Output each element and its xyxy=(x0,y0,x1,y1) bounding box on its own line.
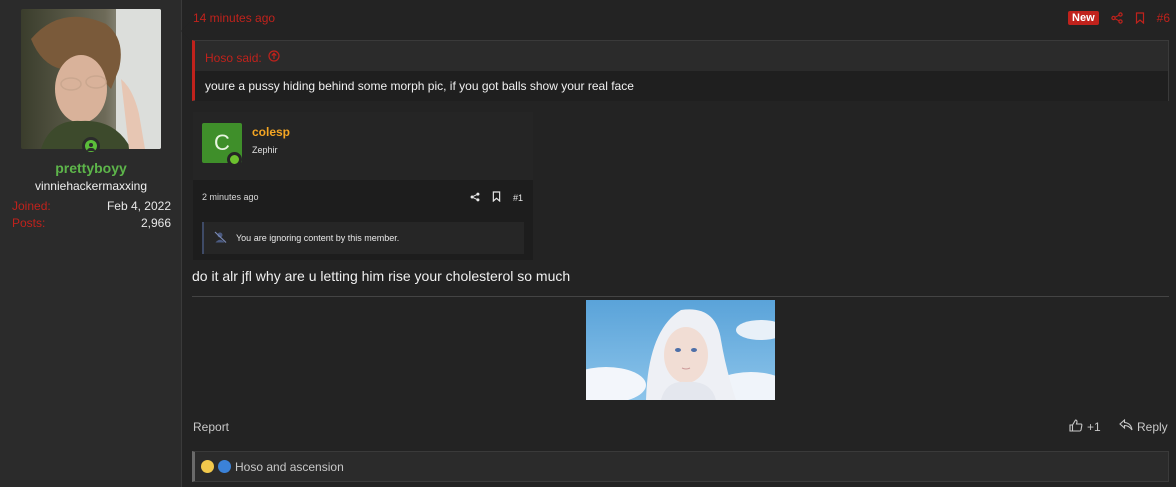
embed-time: 2 minutes ago xyxy=(202,192,259,202)
quote-text: youre a pussy hiding behind some morph p… xyxy=(195,71,1168,101)
reactions-text[interactable]: Hoso and ascension xyxy=(235,460,344,474)
like-count: +1 xyxy=(1087,420,1101,434)
embed-username: colesp xyxy=(252,125,291,139)
post-message: do it alr jfl why are u letting him rise… xyxy=(192,268,571,284)
new-badge: New xyxy=(1068,11,1099,25)
bookmark-icon[interactable] xyxy=(1135,12,1145,24)
sidebar-arrow xyxy=(181,22,190,40)
embed-online-icon xyxy=(227,152,242,167)
reply-label: Reply xyxy=(1137,419,1168,434)
stat-value: Feb 4, 2022 xyxy=(106,199,171,213)
post-time[interactable]: 14 minutes ago xyxy=(193,11,275,25)
user-title: vinniehackermaxxing xyxy=(34,179,148,193)
embed-ignore-text: You are ignoring content by this member. xyxy=(236,233,400,243)
embed-post-number: #1 xyxy=(512,192,523,203)
quote-author[interactable]: Hoso said: xyxy=(205,51,262,65)
avatar[interactable] xyxy=(21,9,161,149)
muted-user-icon xyxy=(214,231,228,245)
stat-label: Posts: xyxy=(12,216,46,230)
embed-user-header xyxy=(193,112,533,180)
quote-header[interactable]: Hoso said: xyxy=(205,50,280,65)
user-sidebar: prettyboyy vinniehackermaxxing Joined: F… xyxy=(0,0,182,487)
like-emoji-icon xyxy=(218,460,231,473)
post-number-link[interactable]: #6 xyxy=(1157,11,1170,25)
quote-block: Hoso said: youre a pussy hiding behind s… xyxy=(192,40,1169,101)
stat-label: Joined: xyxy=(12,199,51,213)
reply-button[interactable]: Reply xyxy=(1119,418,1168,434)
stat-posts: Posts: 2,966 xyxy=(12,216,171,230)
embed-share-icon xyxy=(470,192,480,204)
embed-ignore-notice: You are ignoring content by this member. xyxy=(202,222,524,254)
jump-to-quote-icon[interactable] xyxy=(268,50,280,65)
post-actions: New #6 xyxy=(1068,10,1170,26)
embed-actions: #1 xyxy=(470,191,523,204)
like-button[interactable]: +1 xyxy=(1069,419,1101,435)
stat-joined: Joined: Feb 4, 2022 xyxy=(12,199,171,213)
report-link[interactable]: Report xyxy=(193,420,229,434)
embed-bookmark-icon xyxy=(492,191,501,204)
online-status-icon xyxy=(82,137,100,155)
thumbs-up-icon xyxy=(1069,419,1083,435)
laugh-emoji-icon xyxy=(201,460,214,473)
reactions-bar[interactable]: Hoso and ascension xyxy=(192,451,1169,482)
share-icon[interactable] xyxy=(1110,12,1123,24)
username[interactable]: prettyboyy xyxy=(0,160,182,176)
attached-image[interactable] xyxy=(586,300,775,400)
divider xyxy=(192,296,1169,297)
embedded-screenshot: C colesp Zephir 2 minutes ago #1 You are… xyxy=(193,112,533,260)
reply-icon xyxy=(1119,418,1133,434)
stat-value: 2,966 xyxy=(140,216,171,230)
embed-user-title: Zephir xyxy=(252,145,278,155)
